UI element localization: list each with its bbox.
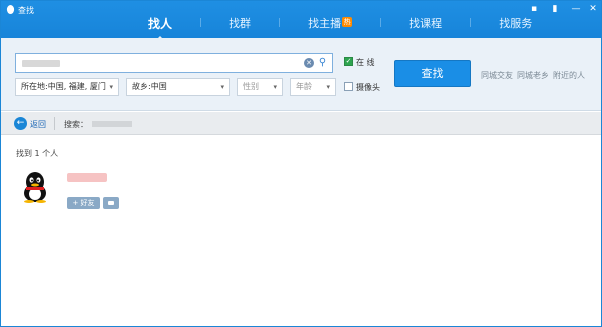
chevron-down-icon: ▾	[273, 83, 277, 91]
message-button[interactable]	[103, 197, 119, 209]
tab-divider: |	[379, 18, 383, 28]
close-icon[interactable]: ✕	[587, 4, 599, 14]
avatar[interactable]	[21, 171, 49, 203]
location-select[interactable]: 所在地:中国, 福建, 厦门 ▾	[15, 78, 119, 96]
gender-value: 性别	[243, 82, 259, 91]
hot-badge: 热	[342, 17, 353, 27]
tab-find-services[interactable]: 找服务	[490, 15, 541, 31]
clear-icon[interactable]: ✕	[304, 58, 314, 68]
tab-find-courses[interactable]: 找课程	[400, 15, 451, 31]
chevron-down-icon: ▾	[220, 83, 224, 91]
search-input[interactable]: ✕ ⚲	[15, 53, 333, 73]
message-icon	[108, 201, 114, 205]
search-query-redacted	[22, 60, 60, 67]
hometown-value: 故乡:中国	[132, 82, 167, 91]
breadcrumb: ← 返回 搜索：	[1, 112, 601, 135]
back-link[interactable]: 返回	[30, 119, 46, 130]
divider	[54, 117, 55, 130]
tab-label: 找主播	[308, 17, 342, 30]
lock-icon[interactable]: ▮	[549, 4, 561, 14]
chat-icon[interactable]: ▪	[528, 4, 540, 14]
add-friend-button[interactable]: + 好友	[67, 197, 100, 209]
find-window: 查找 找人 | 找群 | 找主播热 | 找课程 | 找服务 ▪ ▮ — ✕ ✕ …	[0, 0, 602, 327]
window-title: 查找	[18, 6, 34, 15]
camera-label: 摄像头	[356, 83, 380, 92]
quick-link-local-townsmen[interactable]: 同城老乡	[517, 70, 549, 81]
back-arrow-icon[interactable]: ←	[14, 117, 27, 130]
minimize-icon[interactable]: —	[570, 4, 582, 14]
nickname-redacted[interactable]	[67, 173, 107, 182]
camera-checkbox[interactable]	[344, 82, 353, 91]
search-panel: ✕ ⚲ 所在地:中国, 福建, 厦门 ▾ 故乡:中国 ▾ 性别 ▾ 年龄 ▾ ✓…	[1, 38, 601, 111]
age-select[interactable]: 年龄 ▾	[290, 78, 336, 96]
search-label: 搜索：	[64, 120, 88, 129]
chevron-down-icon: ▾	[109, 83, 113, 91]
quick-link-local-friends[interactable]: 同城交友	[481, 70, 513, 81]
chevron-down-icon: ▾	[326, 83, 330, 91]
tab-divider: |	[469, 18, 473, 28]
quick-link-nearby-people[interactable]: 附近的人	[553, 70, 585, 81]
qq-penguin-icon	[6, 5, 15, 15]
location-value: 所在地:中国, 福建, 厦门	[21, 82, 106, 91]
age-value: 年龄	[296, 82, 312, 91]
tab-divider: |	[278, 18, 282, 28]
search-term-redacted	[92, 121, 132, 127]
tab-find-people[interactable]: 找人	[139, 15, 181, 41]
gender-select[interactable]: 性别 ▾	[237, 78, 283, 96]
tab-divider: |	[199, 18, 203, 28]
tab-find-streamers[interactable]: 找主播热	[299, 15, 361, 31]
online-checkbox[interactable]: ✓	[344, 57, 353, 66]
location-pin-icon[interactable]: ⚲	[318, 57, 327, 69]
title-bar[interactable]: 查找 找人 | 找群 | 找主播热 | 找课程 | 找服务 ▪ ▮ — ✕	[1, 1, 601, 41]
tab-bar: 找人 | 找群 | 找主播热 | 找课程 | 找服务	[139, 13, 541, 41]
tab-find-groups[interactable]: 找群	[220, 15, 260, 31]
hometown-select[interactable]: 故乡:中国 ▾	[126, 78, 230, 96]
online-label: 在 线	[356, 58, 375, 67]
result-count: 找到 1 个人	[16, 149, 59, 158]
find-button[interactable]: 查找	[394, 60, 471, 87]
